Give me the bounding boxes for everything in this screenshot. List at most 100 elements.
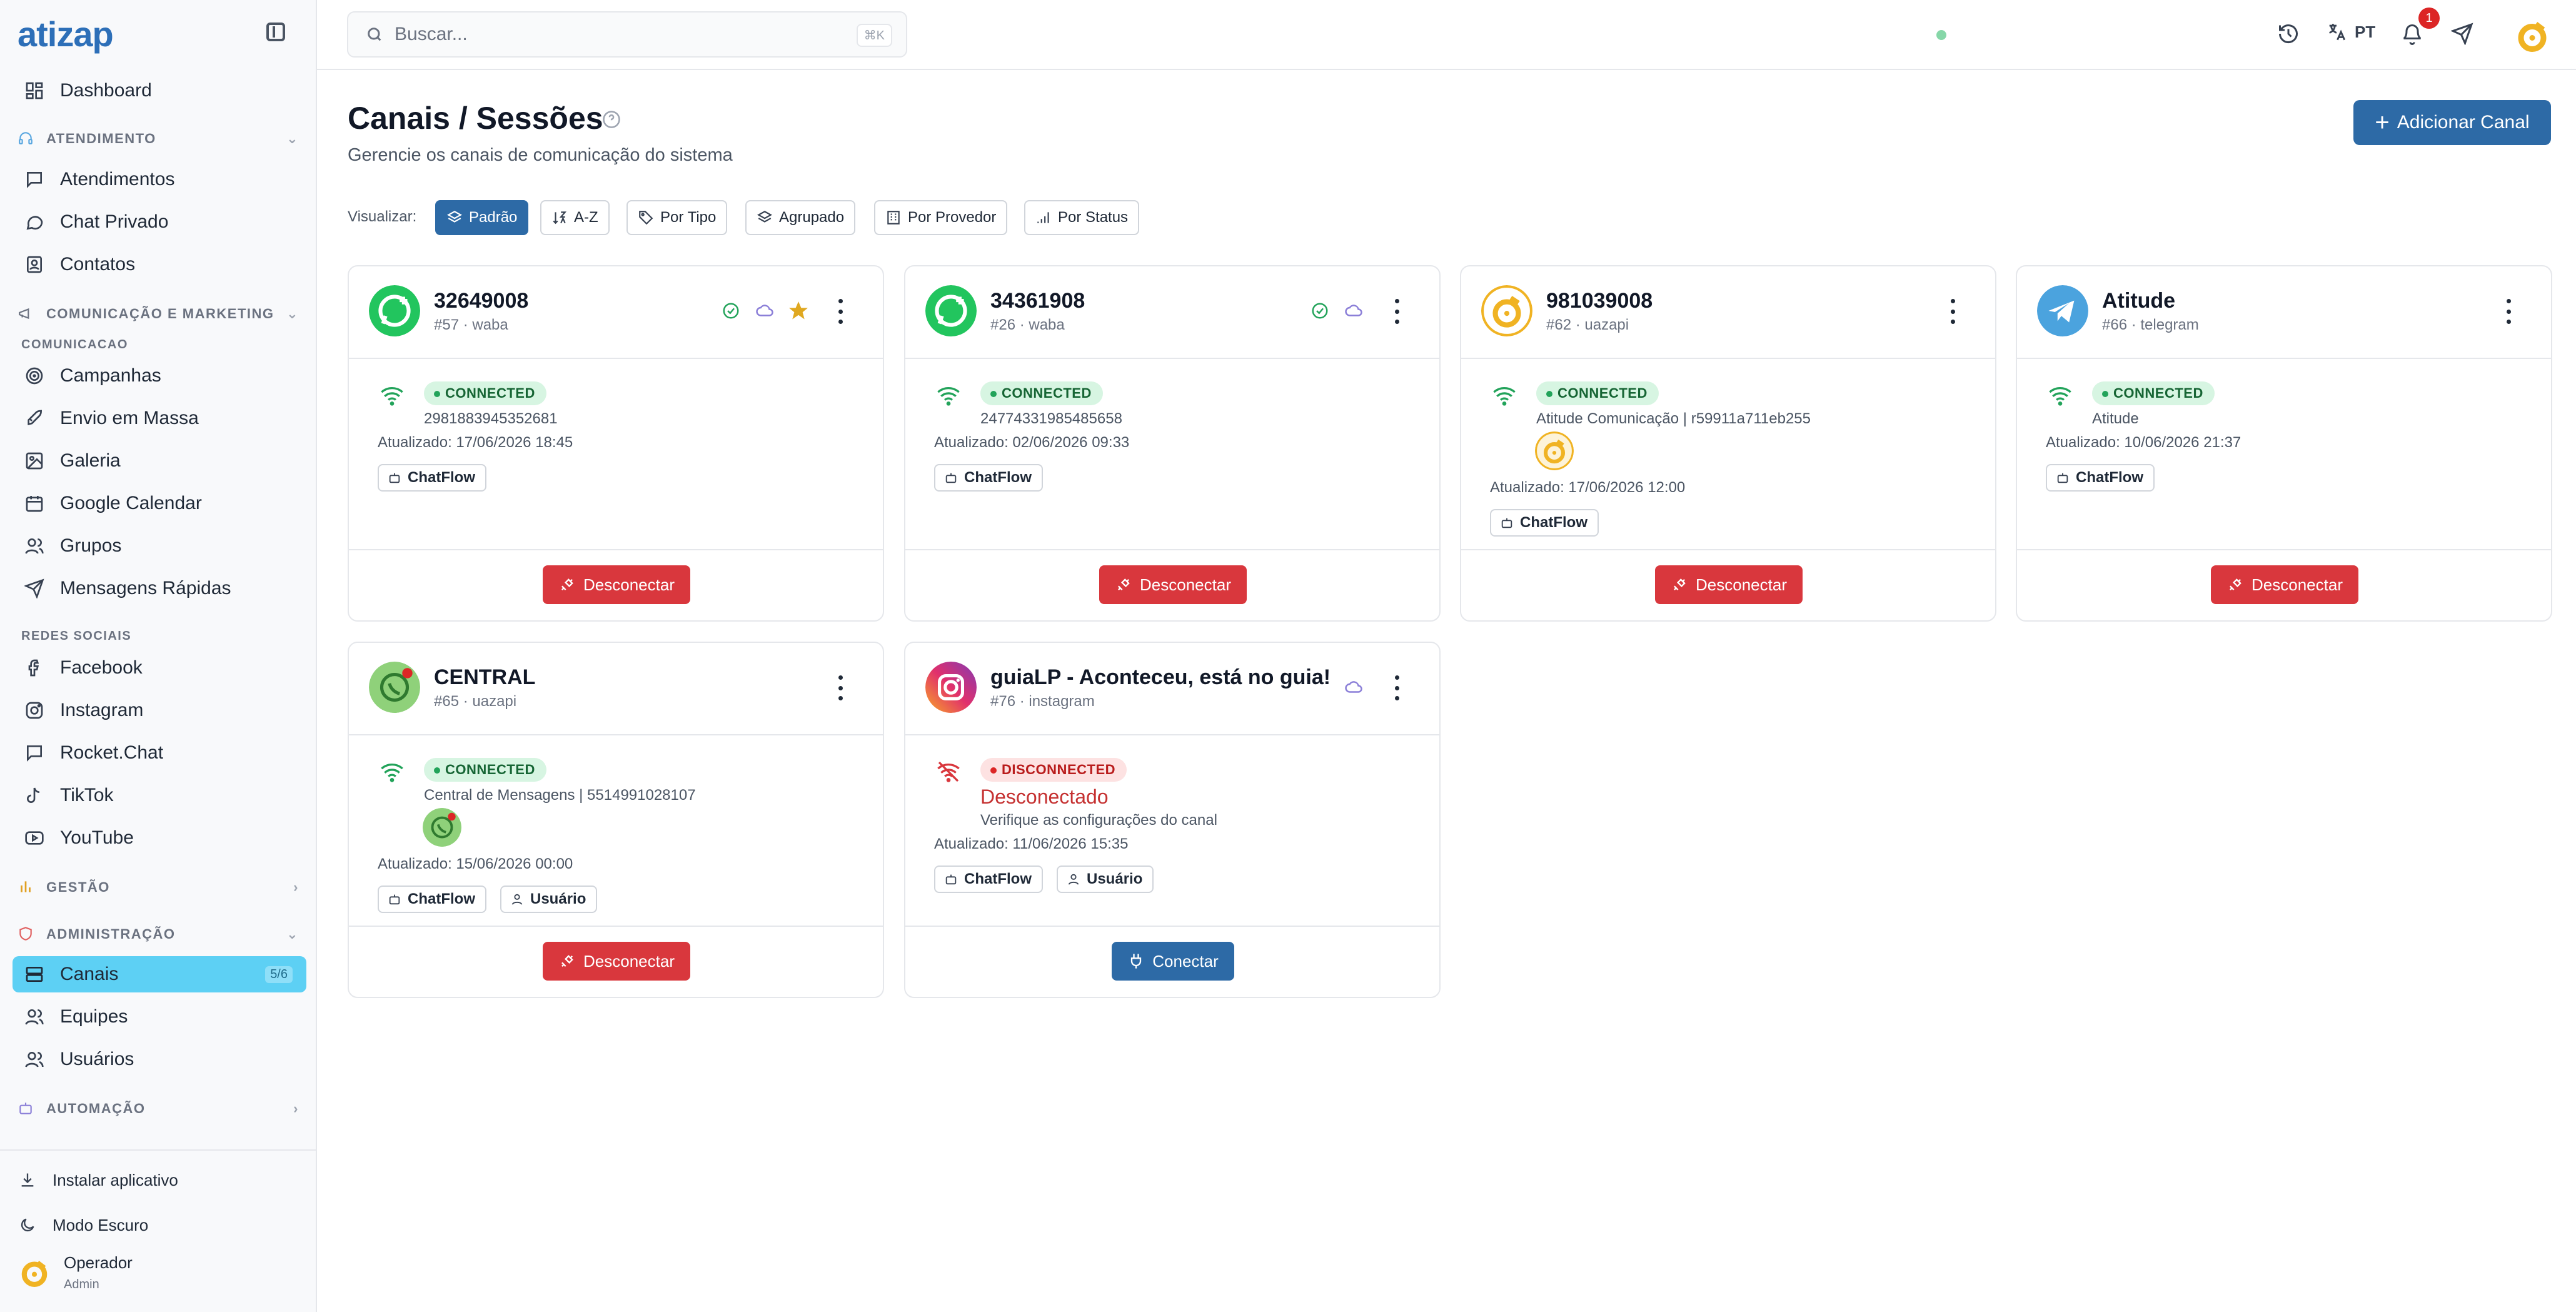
sidebar-divider <box>0 1149 316 1151</box>
whatsapp-business-icon <box>925 285 977 336</box>
tag-chatflow: ChatFlow <box>378 464 486 492</box>
history-button[interactable] <box>2276 21 2301 46</box>
message-square-icon <box>24 169 45 190</box>
view-mode-por-status[interactable]: Por Status <box>1024 200 1140 235</box>
tag-chatflow: ChatFlow <box>934 865 1043 893</box>
message-square-icon <box>24 742 45 764</box>
search-box[interactable]: ⌘K <box>347 11 907 58</box>
updated-at: Atualizado: 17/06/2026 18:45 <box>378 434 573 451</box>
channel-card-footer: Conectar <box>905 926 1439 997</box>
sidebar-item-envio-massa[interactable]: Envio em Massa <box>13 400 306 436</box>
chevron-right-icon: › <box>293 879 299 895</box>
sidebar-item-usuarios[interactable]: Usuários <box>13 1041 306 1077</box>
disconnect-button[interactable]: Desconectar <box>543 942 690 981</box>
tag-chatflow: ChatFlow <box>2046 464 2155 492</box>
bot-icon <box>2057 473 2068 483</box>
sidebar-item-grupos[interactable]: Grupos <box>13 528 306 564</box>
channel-name: 34361908 <box>990 289 1085 313</box>
telegram-icon <box>2037 285 2088 336</box>
unplug-icon <box>1674 578 1686 590</box>
sidebar-item-youtube[interactable]: YouTube <box>13 820 306 856</box>
connect-button[interactable]: Conectar <box>1112 942 1234 981</box>
more-options-icon[interactable] <box>2497 299 2520 324</box>
message-circle-icon <box>24 211 45 233</box>
image-icon <box>24 450 45 472</box>
more-options-icon[interactable] <box>1941 299 1964 324</box>
avatar[interactable] <box>2513 16 2551 54</box>
sidebar-item-facebook[interactable]: Facebook <box>13 650 306 686</box>
channel-detail: Atitude Comunicação | r59911a711eb255 <box>1536 410 1811 427</box>
sidebar-item-campanhas[interactable]: Campanhas <box>13 358 306 394</box>
user-profile[interactable]: Operador Admin <box>18 1253 133 1292</box>
sidebar-collapse-icon[interactable] <box>266 23 285 41</box>
bot-icon <box>945 874 957 885</box>
status-badge: CONNECTED <box>1536 381 1659 405</box>
whatsapp-icon <box>369 662 420 713</box>
bot-icon <box>389 894 400 905</box>
more-options-icon[interactable] <box>1386 299 1408 324</box>
channel-name: 32649008 <box>434 289 529 313</box>
channel-status-icons <box>1344 678 1363 697</box>
star-icon[interactable] <box>789 301 808 320</box>
tag-usuario: Usuário <box>1057 865 1154 893</box>
sidebar-item-atendimentos[interactable]: Atendimentos <box>13 161 306 198</box>
section-atendimento[interactable]: ATENDIMENTO ⌄ <box>18 126 299 151</box>
channel-meta: #76 · instagram <box>990 693 1095 710</box>
sidebar-item-tiktok[interactable]: TikTok <box>13 777 306 814</box>
section-label: GESTÃO <box>46 879 110 895</box>
app-logo[interactable]: atizap <box>18 14 114 54</box>
disconnect-button[interactable]: Desconectar <box>1655 565 1803 604</box>
updated-at: Atualizado: 11/06/2026 15:35 <box>934 835 1129 852</box>
sidebar-item-instagram[interactable]: Instagram <box>13 692 306 729</box>
channel-card-footer: Desconectar <box>905 549 1439 620</box>
view-mode-padrao[interactable]: Padrão <box>435 200 529 235</box>
sidebar-item-google-calendar[interactable]: Google Calendar <box>13 485 306 522</box>
send-button[interactable] <box>2450 21 2475 46</box>
disconnect-button[interactable]: Desconectar <box>543 565 690 604</box>
sidebar-item-canais[interactable]: Canais 5/6 <box>13 956 306 992</box>
disconnect-button[interactable]: Desconectar <box>1099 565 1247 604</box>
help-icon[interactable] <box>602 110 621 129</box>
tag-label: ChatFlow <box>408 891 475 907</box>
sidebar-item-label: Contatos <box>60 254 136 275</box>
search-input[interactable] <box>395 24 832 45</box>
section-administracao[interactable]: ADMINISTRAÇÃO ⌄ <box>18 922 299 947</box>
section-automacao[interactable]: AUTOMAÇÃO › <box>18 1096 299 1121</box>
view-mode-por-provedor[interactable]: Por Provedor <box>874 200 1008 235</box>
sidebar-item-label: Campanhas <box>60 365 161 386</box>
subsection-comunicacao: COMUNICACAO <box>21 338 128 351</box>
language-selector[interactable]: PT <box>2326 21 2375 43</box>
view-mode-az[interactable]: A-Z <box>540 200 610 235</box>
view-mode-por-tipo[interactable]: Por Tipo <box>626 200 728 235</box>
channel-count-badge: 5/6 <box>265 966 293 983</box>
sidebar-item-label: Mensagens Rápidas <box>60 578 231 598</box>
sidebar-item-label: Atendimentos <box>60 169 175 189</box>
view-mode-agrupado[interactable]: Agrupado <box>745 200 856 235</box>
section-comunicacao-marketing[interactable]: COMUNICAÇÃO E MARKETING ⌄ <box>18 301 299 326</box>
user-icon <box>24 1049 45 1070</box>
more-options-icon[interactable] <box>1386 675 1408 700</box>
channel-card-footer: Desconectar <box>349 549 883 620</box>
sidebar-item-galeria[interactable]: Galeria <box>13 443 306 479</box>
install-app-button[interactable]: Instalar aplicativo <box>19 1171 178 1190</box>
dashboard-icon <box>24 80 45 101</box>
channel-card-header: 981039008 #62 · uazapi <box>1461 266 1995 359</box>
section-gestao[interactable]: GESTÃO › <box>18 875 299 900</box>
sidebar-item-rocket-chat[interactable]: Rocket.Chat <box>13 735 306 771</box>
disconnect-button[interactable]: Desconectar <box>2211 565 2358 604</box>
contact-icon <box>24 254 45 275</box>
channel-card-header: 34361908 #26 · waba <box>905 266 1439 359</box>
add-channel-button[interactable]: + Adicionar Canal <box>2353 100 2551 145</box>
sidebar-item-dashboard[interactable]: Dashboard <box>13 73 306 109</box>
bot-icon <box>389 473 400 483</box>
more-options-icon[interactable] <box>829 675 852 700</box>
sidebar-item-equipes[interactable]: Equipes <box>13 999 306 1035</box>
more-options-icon[interactable] <box>829 299 852 324</box>
avatar <box>423 808 461 847</box>
sidebar-item-chat-privado[interactable]: Chat Privado <box>13 204 306 240</box>
sidebar-item-mensagens-rapidas[interactable]: Mensagens Rápidas <box>13 570 306 607</box>
users-icon <box>24 535 45 557</box>
dark-mode-toggle[interactable]: Modo Escuro <box>19 1216 148 1235</box>
uazapi-logo-icon <box>1481 285 1532 336</box>
sidebar-item-contatos[interactable]: Contatos <box>13 246 306 283</box>
